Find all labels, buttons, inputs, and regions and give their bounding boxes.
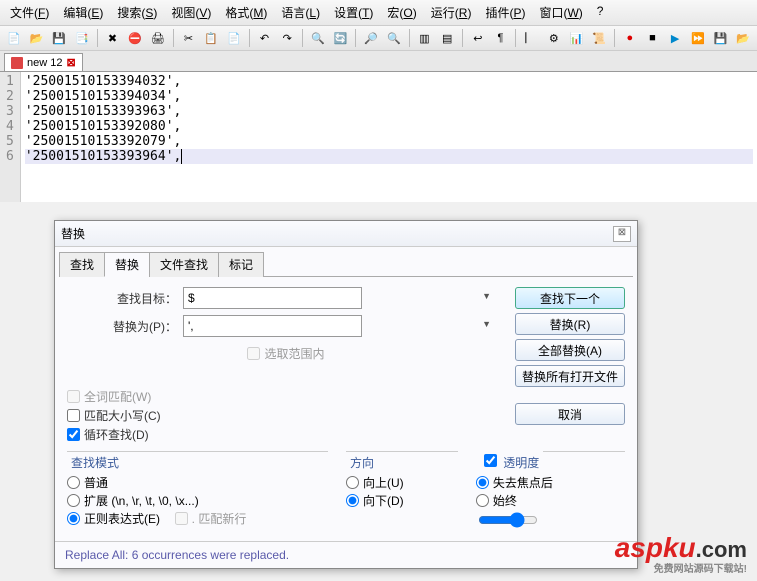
mode-extended-radio[interactable]: 扩展 (\n, \r, \t, \0, \x...) xyxy=(67,492,328,509)
wrap-check[interactable]: 循环查找(D) xyxy=(67,426,505,443)
direction-group: 方向 xyxy=(346,454,378,471)
transparency-group: 透明度 xyxy=(476,451,543,471)
watermark-logo: aspku.com 免费网站源码下载站! xyxy=(615,532,747,575)
cut-icon[interactable]: ✂ xyxy=(179,28,199,48)
menu-item[interactable]: 语言(L) xyxy=(275,2,326,23)
redo-icon[interactable]: ↷ xyxy=(277,28,297,48)
menu-item[interactable]: 插件(P) xyxy=(479,2,531,23)
menu-item[interactable]: 运行(R) xyxy=(425,2,478,23)
replace-label: 替换为(P)： xyxy=(67,318,177,335)
match-case-check[interactable]: 匹配大小写(C) xyxy=(67,407,505,424)
dialog-titlebar[interactable]: 替换 ⊠ xyxy=(55,221,637,247)
wrap-icon[interactable]: ↩ xyxy=(468,28,488,48)
menu-item[interactable]: 搜索(S) xyxy=(111,2,163,23)
tab-bar: new 12 ⊠ xyxy=(0,51,757,72)
menu-item[interactable]: 宏(O) xyxy=(381,2,422,23)
dialog-tab[interactable]: 标记 xyxy=(218,252,264,277)
play-icon[interactable]: ▶ xyxy=(665,28,685,48)
code-line: '25001510153393964', xyxy=(25,149,753,164)
stop-icon[interactable]: ■ xyxy=(643,28,663,48)
replace-all-open-button[interactable]: 替换所有打开文件 xyxy=(515,365,625,387)
trans-always-radio[interactable]: 始终 xyxy=(476,492,625,509)
dot-newline-check xyxy=(175,512,188,525)
mode-normal-radio[interactable]: 普通 xyxy=(67,474,328,491)
menu-item[interactable]: 窗口(W) xyxy=(533,2,588,23)
menu-item[interactable]: 格式(M) xyxy=(219,2,273,23)
dialog-tabs: 查找替换文件查找标记 xyxy=(59,251,633,277)
transparency-check[interactable] xyxy=(484,454,497,467)
doc-map-icon[interactable]: 📊 xyxy=(567,28,587,48)
zoom-out-icon[interactable]: 🔍 xyxy=(384,28,404,48)
toolbar: 📄 📂 💾 📑 ✖ ⛔ 🖨 ✂ 📋 📄 ↶ ↷ 🔍 🔄 🔎 🔍 ▥ ▤ ↩ ¶ … xyxy=(0,26,757,51)
whole-word-check: 全词匹配(W) xyxy=(67,388,505,405)
code-line: '25001510153392080', xyxy=(25,119,753,134)
file-tab[interactable]: new 12 ⊠ xyxy=(4,53,83,71)
record-icon[interactable]: ● xyxy=(620,28,640,48)
print-icon[interactable]: 🖨 xyxy=(148,28,168,48)
replace-dialog: 替换 ⊠ 查找替换文件查找标记 查找目标： 替换为(P)： 选取范围内 全词匹配… xyxy=(54,220,638,569)
save-macro-icon[interactable]: 💾 xyxy=(711,28,731,48)
userdef-icon[interactable]: ⚙ xyxy=(544,28,564,48)
code-editor[interactable]: 123456 '25001510153394032','250015101533… xyxy=(0,72,757,202)
dialog-close-icon[interactable]: ⊠ xyxy=(613,226,631,242)
dialog-tab[interactable]: 替换 xyxy=(104,252,150,277)
find-next-button[interactable]: 查找下一个 xyxy=(515,287,625,309)
zoom-in-icon[interactable]: 🔎 xyxy=(361,28,381,48)
dir-up-radio[interactable]: 向上(U) xyxy=(346,474,458,491)
trans-onlose-radio[interactable]: 失去焦点后 xyxy=(476,474,625,491)
func-list-icon[interactable]: 📜 xyxy=(589,28,609,48)
code-line: '25001510153392079', xyxy=(25,134,753,149)
paste-icon[interactable]: 📄 xyxy=(224,28,244,48)
dialog-title: 替换 xyxy=(61,225,85,242)
menu-item[interactable]: 文件(F) xyxy=(4,2,55,23)
file-icon xyxy=(11,57,23,69)
menu-item[interactable]: ? xyxy=(591,2,610,23)
replace-button[interactable]: 替换(R) xyxy=(515,313,625,335)
menu-item[interactable]: 视图(V) xyxy=(165,2,217,23)
dir-down-radio[interactable]: 向下(D) xyxy=(346,492,458,509)
menu-item[interactable]: 编辑(E) xyxy=(57,2,109,23)
transparency-slider[interactable] xyxy=(478,512,538,528)
sync-h-icon[interactable]: ▤ xyxy=(437,28,457,48)
show-all-icon[interactable]: ¶ xyxy=(491,28,511,48)
find-label: 查找目标： xyxy=(67,290,177,307)
tab-label: new 12 xyxy=(27,57,62,69)
dialog-tab[interactable]: 查找 xyxy=(59,252,105,277)
play-multi-icon[interactable]: ⏩ xyxy=(688,28,708,48)
search-mode-group: 查找模式 xyxy=(67,454,123,471)
code-area[interactable]: '25001510153394032','25001510153394034',… xyxy=(21,72,757,202)
save-all-icon[interactable]: 📑 xyxy=(72,28,92,48)
line-gutter: 123456 xyxy=(0,72,21,202)
code-line: '25001510153393963', xyxy=(25,104,753,119)
new-file-icon[interactable]: 📄 xyxy=(4,28,24,48)
menu-bar: 文件(F)编辑(E)搜索(S)视图(V)格式(M)语言(L)设置(T)宏(O)运… xyxy=(0,0,757,26)
tab-close-icon[interactable]: ⊠ xyxy=(66,56,75,69)
save-icon[interactable]: 💾 xyxy=(49,28,69,48)
undo-icon[interactable]: ↶ xyxy=(255,28,275,48)
replace-all-button[interactable]: 全部替换(A) xyxy=(515,339,625,361)
mode-regex-radio[interactable]: 正则表达式(E) . 匹配新行 xyxy=(67,510,328,527)
replace-input[interactable] xyxy=(183,315,362,337)
indent-guide-icon[interactable]: ⎸ xyxy=(521,28,541,48)
find-input[interactable] xyxy=(183,287,362,309)
find-icon[interactable]: 🔍 xyxy=(308,28,328,48)
replace-icon[interactable]: 🔄 xyxy=(331,28,351,48)
in-selection-check: 选取范围内 xyxy=(247,345,324,362)
cancel-button[interactable]: 取消 xyxy=(515,403,625,425)
code-line: '25001510153394034', xyxy=(25,89,753,104)
load-macro-icon[interactable]: 📂 xyxy=(733,28,753,48)
code-line: '25001510153394032', xyxy=(25,74,753,89)
close-all-icon[interactable]: ⛔ xyxy=(125,28,145,48)
open-file-icon[interactable]: 📂 xyxy=(27,28,47,48)
close-icon[interactable]: ✖ xyxy=(103,28,123,48)
sync-v-icon[interactable]: ▥ xyxy=(415,28,435,48)
dialog-tab[interactable]: 文件查找 xyxy=(149,252,219,277)
copy-icon[interactable]: 📋 xyxy=(201,28,221,48)
dialog-status: Replace All: 6 occurrences were replaced… xyxy=(55,541,637,568)
menu-item[interactable]: 设置(T) xyxy=(328,2,379,23)
